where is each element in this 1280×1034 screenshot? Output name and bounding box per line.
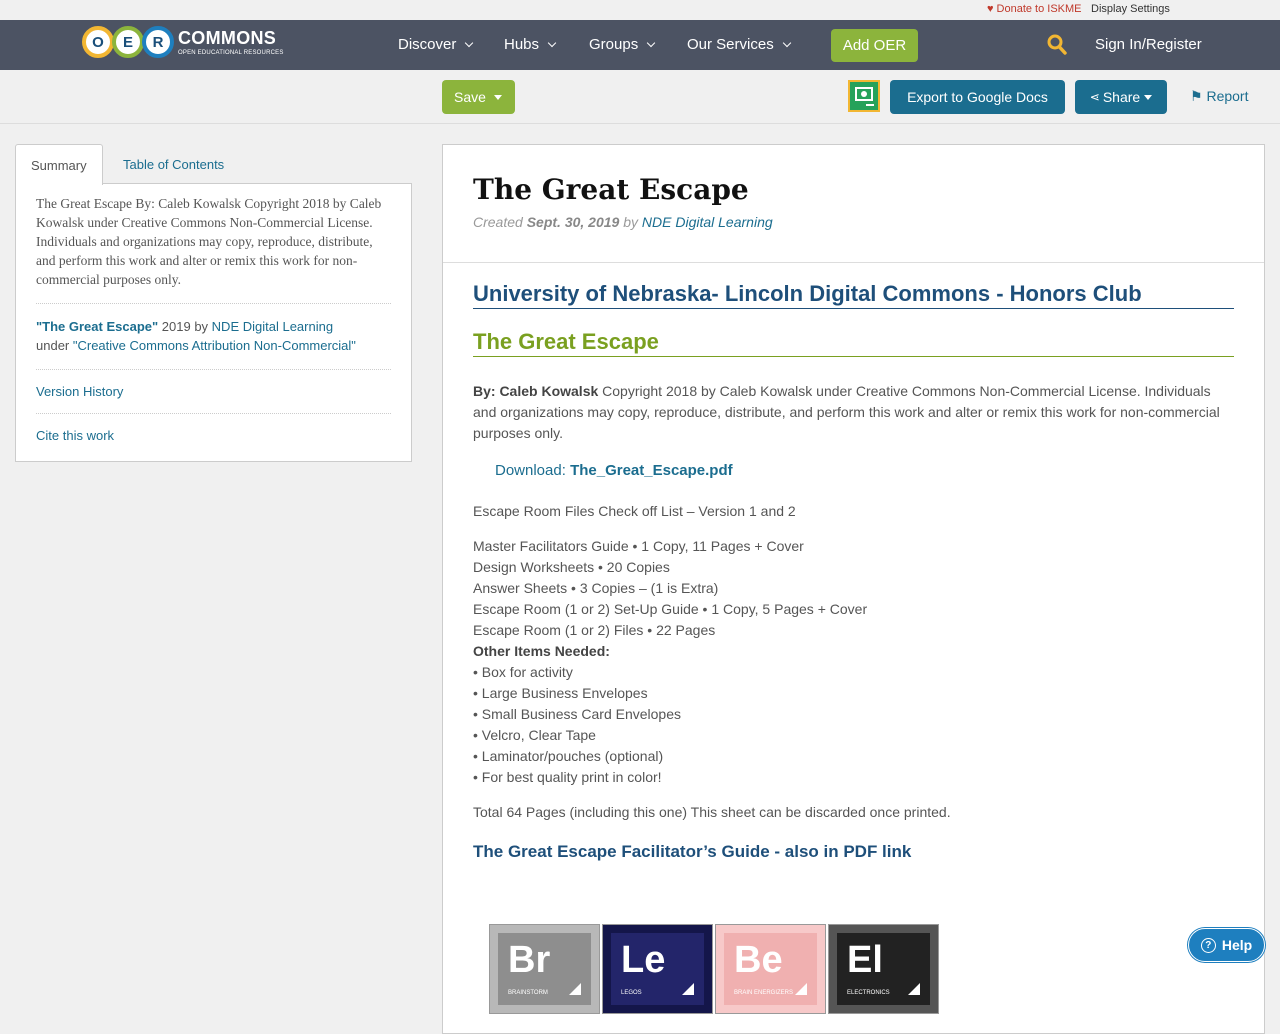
display-settings-link[interactable]: Display Settings	[1091, 3, 1170, 15]
summary-panel: The Great Escape By: Caleb Kowalsk Copyr…	[15, 183, 412, 462]
checklist: Master Facilitators Guide • 1 Copy, 11 P…	[473, 536, 1234, 788]
logo-letter-r: R	[142, 26, 174, 58]
share-button[interactable]: ⋖ Share	[1075, 80, 1167, 114]
created-line: Created Sept. 30, 2019 by NDE Digital Le…	[473, 214, 773, 230]
content-body: University of Nebraska- Lincoln Digital …	[443, 263, 1264, 862]
facilitator-guide-link[interactable]: The Great Escape Facilitator’s Guide - a…	[473, 842, 1234, 862]
chevron-down-icon	[547, 38, 557, 48]
nav-groups[interactable]: Groups	[589, 36, 656, 53]
list-item: Answer Sheets • 3 Copies – (1 is Extra)	[473, 580, 719, 596]
save-button[interactable]: Save	[442, 80, 515, 114]
nav-our-services[interactable]: Our Services	[687, 36, 791, 53]
list-item: Escape Room (1 or 2) Set-Up Guide • 1 Co…	[473, 601, 868, 617]
element-tiles-image: Br BRAINSTORM Le LEGOS Be BRAIN ENERGIZE…	[489, 924, 941, 1014]
license-link[interactable]: "Creative Commons Attribution Non-Commer…	[73, 338, 356, 353]
sidebar-tabs: Summary Table of Contents	[15, 144, 412, 185]
list-item: • Small Business Card Envelopes	[473, 706, 681, 722]
content-header: The Great Escape Created Sept. 30, 2019 …	[443, 145, 1264, 263]
add-oer-button[interactable]: Add OER	[831, 29, 918, 62]
university-heading: University of Nebraska- Lincoln Digital …	[473, 281, 1234, 309]
nav-hubs[interactable]: Hubs	[504, 36, 557, 53]
question-icon: ?	[1200, 937, 1216, 953]
element-tile-legos: Le LEGOS	[602, 924, 713, 1014]
caret-down-icon	[1144, 94, 1153, 100]
sidebar: Summary Table of Contents The Great Esca…	[15, 144, 412, 462]
list-item: • Large Business Envelopes	[473, 685, 648, 701]
flag-icon: ⚑	[1190, 88, 1203, 104]
download-line: Download: The_Great_Escape.pdf	[495, 462, 733, 479]
other-items-label: Other Items Needed:	[473, 643, 610, 659]
total-pages-note: Total 64 Pages (including this one) This…	[473, 804, 951, 820]
heart-icon: ♥	[987, 3, 994, 15]
list-item: • Box for activity	[473, 664, 573, 680]
checklist-title: Escape Room Files Check off List – Versi…	[473, 503, 796, 519]
element-tile-brainstorm: Br BRAINSTORM	[489, 924, 600, 1014]
version-history-link[interactable]: Version History	[36, 370, 391, 414]
utility-bar: ♥ Donate to ISKME Display Settings	[0, 0, 1280, 20]
nav-discover[interactable]: Discover	[398, 36, 474, 53]
search-icon[interactable]	[1047, 34, 1067, 56]
caret-down-icon	[493, 94, 502, 100]
resource-content: The Great Escape Created Sept. 30, 2019 …	[442, 144, 1265, 1034]
summary-text: The Great Escape By: Caleb Kowalsk Copyr…	[36, 194, 391, 304]
oer-commons-logo[interactable]: O E R COMMONS OPEN EDUCATIONAL RESOURCES	[82, 26, 284, 58]
download-pdf-link[interactable]: The_Great_Escape.pdf	[570, 462, 733, 479]
credit-author-link[interactable]: NDE Digital Learning	[212, 319, 333, 334]
list-item: • For best quality print in color!	[473, 769, 662, 785]
credit-title-link[interactable]: "The Great Escape"	[36, 319, 158, 334]
help-button[interactable]: ? Help	[1188, 928, 1265, 962]
share-icon: ⋖	[1089, 90, 1100, 104]
main-nav: O E R COMMONS OPEN EDUCATIONAL RESOURCES…	[0, 20, 1280, 70]
logo-letter-e: E	[112, 26, 144, 58]
export-google-docs-button[interactable]: Export to Google Docs	[890, 80, 1065, 114]
list-item: Master Facilitators Guide • 1 Copy, 11 P…	[473, 538, 804, 554]
tab-table-of-contents[interactable]: Table of Contents	[108, 144, 239, 184]
logo-letter-o: O	[82, 26, 114, 58]
page-title: The Great Escape	[473, 173, 749, 206]
donate-link[interactable]: ♥ Donate to ISKME	[987, 3, 1082, 15]
created-date: Sept. 30, 2019	[526, 214, 620, 230]
list-item: • Velcro, Clear Tape	[473, 727, 596, 743]
author-link[interactable]: NDE Digital Learning	[642, 214, 773, 230]
report-link[interactable]: ⚑ Report	[1190, 88, 1248, 105]
list-item: • Laminator/pouches (optional)	[473, 748, 664, 764]
list-item: Design Worksheets • 20 Copies	[473, 559, 670, 575]
chevron-down-icon	[646, 38, 656, 48]
element-tile-electronics: El ELECTRONICS	[828, 924, 939, 1014]
tab-summary[interactable]: Summary	[15, 144, 103, 185]
logo-text: COMMONS OPEN EDUCATIONAL RESOURCES	[178, 27, 284, 56]
cite-this-work-link[interactable]: Cite this work	[36, 414, 391, 447]
attribution: "The Great Escape" 2019 by NDE Digital L…	[36, 304, 391, 370]
list-item: Escape Room (1 or 2) Files • 22 Pages	[473, 622, 716, 638]
google-classroom-icon[interactable]	[848, 80, 880, 112]
action-bar: Save Export to Google Docs ⋖ Share ⚑ Repo…	[0, 70, 1280, 124]
element-tile-brain-energizers: Be BRAIN ENERGIZERS	[715, 924, 826, 1014]
byline-paragraph: By: Caleb Kowalsk Copyright 2018 by Cale…	[473, 383, 1220, 441]
sign-in-register-link[interactable]: Sign In/Register	[1095, 36, 1202, 53]
escape-heading: The Great Escape	[473, 329, 1234, 357]
chevron-down-icon	[782, 38, 791, 48]
chevron-down-icon	[465, 38, 474, 48]
